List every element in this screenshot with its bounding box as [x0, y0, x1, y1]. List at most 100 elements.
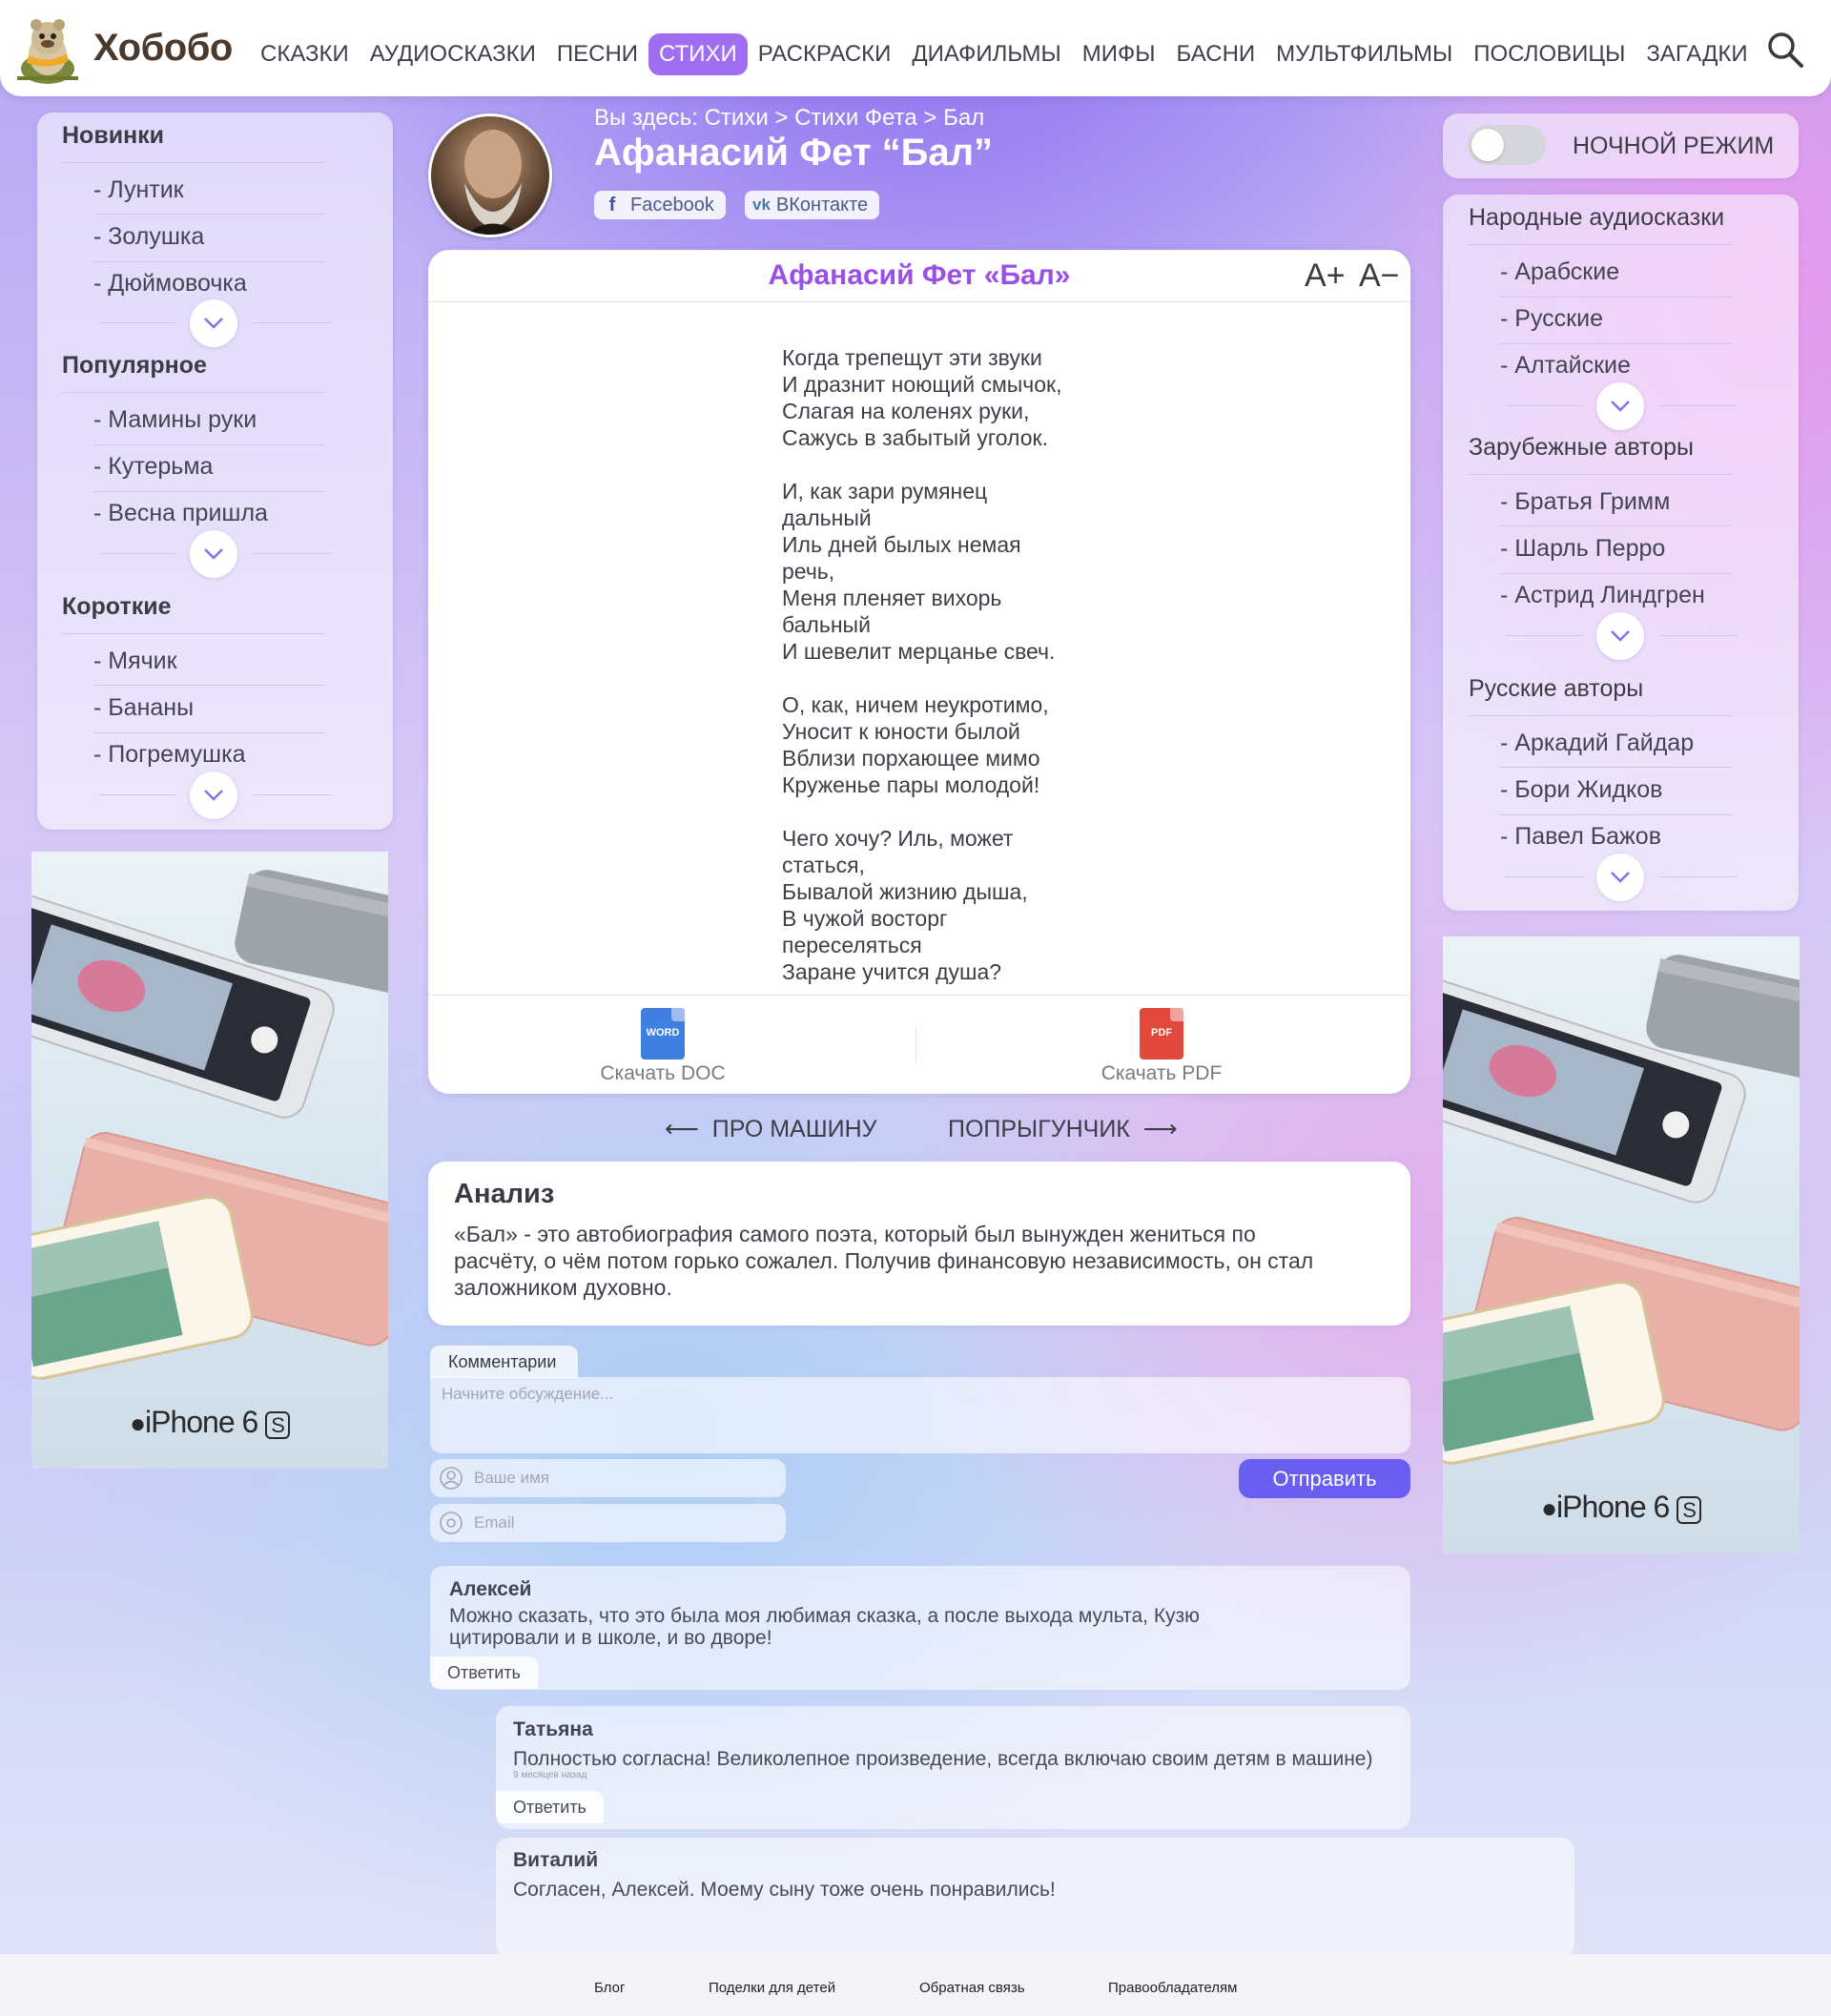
nav-item-stikhi[interactable]: СТИХИ	[648, 33, 748, 75]
nav-item-diafilmy[interactable]: ДИАФИЛЬМЫ	[901, 33, 1071, 75]
sidebar-item-dyuymovochka[interactable]: - Дюймовочка	[93, 270, 247, 298]
expand-populyarnoe-chevron-icon[interactable]	[190, 530, 237, 578]
sidebar-item-myachik[interactable]: - Мячик	[93, 648, 177, 675]
section-title-populyarnoe[interactable]: Популярное	[62, 352, 207, 380]
font-decrease-label: A−	[1359, 257, 1400, 294]
sidebar-item-banany[interactable]: - Бананы	[93, 694, 194, 722]
download-doc-button[interactable]: WORD Скачать DOC	[591, 1008, 734, 1084]
analysis-text: «Бал» - это автобиография самого поэта, …	[454, 1222, 1314, 1300]
sidebar-item-russkie[interactable]: - Русские	[1500, 305, 1603, 333]
sidebar-item-bori-zhidkov[interactable]: - Бори Жидков	[1500, 776, 1662, 804]
poem-line: И шевелит мерцанье свеч.	[782, 639, 1056, 664]
poem-line: Вблизи порхающее мимо	[782, 746, 1040, 771]
ad-badge: S	[265, 1411, 290, 1439]
downloads-divider	[428, 995, 1410, 996]
poem-line: В чужой восторг	[782, 906, 948, 931]
sidebar-item-bratya-grimm[interactable]: - Братья Гримм	[1500, 488, 1670, 516]
section-title-russkie-avtory[interactable]: Русские авторы	[1469, 675, 1643, 703]
sidebar-item-arabskie[interactable]: - Арабские	[1500, 258, 1619, 286]
sidebar-item-arkadiy-gaydar[interactable]: - Аркадий Гайдар	[1500, 730, 1694, 757]
phones-ad-image	[1443, 955, 1800, 1465]
nav-item-poslovitsy[interactable]: ПОСЛОВИЦЫ	[1463, 33, 1636, 75]
nav-item-skazki[interactable]: СКАЗКИ	[250, 33, 360, 75]
sidebar-item-kuterma[interactable]: - Кутерьма	[93, 453, 213, 481]
brand-name[interactable]: Хобобо	[93, 27, 233, 70]
share-vk-button[interactable]: vk ВКонтакте	[745, 191, 880, 219]
apple-logo-icon: ●	[130, 1409, 146, 1438]
ad-label: ●iPhone 6 S	[1443, 1490, 1800, 1525]
font-increase-button[interactable]: A+	[1305, 257, 1346, 295]
stanza: Когда трепещут эти звуки И дразнит ноющий…	[782, 344, 1062, 451]
bear-logo-icon[interactable]	[10, 11, 86, 88]
sidebar-item-maminy-ruki[interactable]: - Мамины руки	[93, 406, 257, 434]
ad-banner-right[interactable]: ●iPhone 6 S	[1443, 936, 1800, 1553]
night-mode-toggle[interactable]	[1468, 125, 1546, 165]
tab-comments[interactable]: Комментарии	[430, 1346, 578, 1378]
submit-button[interactable]: Отправить	[1239, 1459, 1410, 1498]
poem-line: дальный	[782, 505, 872, 530]
expand-korotkie-chevron-icon[interactable]	[190, 771, 237, 819]
download-pdf-button[interactable]: PDF Скачать PDF	[1090, 1008, 1233, 1084]
comment-author: Виталий	[513, 1849, 599, 1871]
poem-line: И дразнит ноющий смычок,	[782, 372, 1062, 397]
font-decrease-button[interactable]: A−	[1359, 257, 1400, 295]
sidebar-item-sharl-perro[interactable]: - Шарль Перро	[1500, 535, 1665, 563]
share-facebook-label: Facebook	[630, 194, 714, 216]
footer-link-podelki[interactable]: Поделки для детей	[709, 1980, 835, 1996]
sidebar-item-astrid-lindgren[interactable]: - Астрид Линдгрен	[1500, 582, 1705, 609]
stanza: Чего хочу? Иль, может статься, Бывалой жиз…	[782, 825, 1062, 985]
section-title-zarubezhnye[interactable]: Зарубежные авторы	[1469, 434, 1694, 462]
footer-link-blog[interactable]: Блог	[594, 1980, 625, 1996]
nav-item-multfilmy[interactable]: МУЛЬТФИЛЬМЫ	[1265, 33, 1463, 75]
sidebar-item-altayskie[interactable]: - Алтайские	[1500, 352, 1631, 380]
section-title-korotkie[interactable]: Короткие	[62, 593, 171, 621]
prev-poem-link[interactable]: ⟵ ПРО МАШИНУ	[665, 1115, 877, 1143]
sidebar-item-vesna-prishla[interactable]: - Весна пришла	[93, 500, 268, 527]
poem-line: Заране учится душа?	[782, 959, 1002, 984]
name-field[interactable]: Ваше имя	[430, 1459, 786, 1497]
next-poem-link[interactable]: ПОПРЫГУНЧИК ⟶	[948, 1115, 1178, 1143]
comment-textarea[interactable]: Начните обсуждение...	[430, 1377, 1410, 1453]
comment-timestamp: 9 месяцев назад	[513, 1770, 587, 1780]
poem-line: Круженье пары молодой!	[782, 772, 1040, 797]
sidebar-item-zolushka[interactable]: - Золушка	[93, 223, 204, 251]
nav-item-basni[interactable]: БАСНИ	[1166, 33, 1266, 75]
poem-title: Афанасий Фет «Бал»	[768, 259, 1071, 291]
expand-novinki-chevron-icon[interactable]	[190, 299, 237, 347]
section-title-narodnye[interactable]: Народные аудиосказки	[1469, 204, 1724, 232]
word-file-icon: WORD	[641, 1008, 685, 1059]
expand-narodnye-chevron-icon[interactable]	[1596, 382, 1644, 430]
footer-link-feedback[interactable]: Обратная связь	[919, 1980, 1025, 1996]
left-sidebar	[37, 113, 393, 830]
expand-russkie-avtory-chevron-icon[interactable]	[1596, 854, 1644, 901]
poem-line: Бывалой жизнию дыша,	[782, 879, 1028, 904]
expand-zarubezhnye-chevron-icon[interactable]	[1596, 612, 1644, 660]
share-facebook-button[interactable]: f Facebook	[594, 191, 726, 219]
ad-product-name: iPhone 6	[145, 1405, 258, 1439]
reply-button[interactable]: Ответить	[430, 1656, 538, 1689]
nav-item-pesni[interactable]: ПЕСНИ	[546, 33, 648, 75]
search-icon[interactable]	[1766, 31, 1804, 69]
nav-item-mify[interactable]: МИФЫ	[1072, 33, 1166, 75]
analysis-title: Анализ	[454, 1179, 555, 1209]
sidebar-item-luntik[interactable]: - Лунтик	[93, 176, 184, 204]
share-vk-label: ВКонтакте	[775, 194, 869, 216]
main-nav: СКАЗКИ АУДИОСКАЗКИ ПЕСНИ СТИХИ РАСКРАСКИ…	[250, 33, 1759, 75]
comment-author: Татьяна	[513, 1718, 593, 1740]
ad-banner-left[interactable]: ●iPhone 6 S	[31, 852, 388, 1469]
poem-line: Иль дней былых немая	[782, 532, 1021, 557]
sidebar-item-pavel-bazhov[interactable]: - Павел Бажов	[1500, 823, 1661, 851]
pdf-badge: PDF	[1151, 1027, 1172, 1039]
stanza: И, как зари румянец дальный Иль дней былых…	[782, 478, 1062, 665]
poem-card-divider	[428, 301, 1410, 302]
sidebar-item-pogremushka[interactable]: - Погремушка	[93, 741, 246, 769]
comment-placeholder: Начните обсуждение...	[442, 1385, 614, 1403]
footer-link-rightholders[interactable]: Правообладателям	[1108, 1980, 1237, 1996]
section-title-novinki[interactable]: Новинки	[62, 122, 164, 150]
reply-button[interactable]: Ответить	[496, 1791, 604, 1823]
email-field[interactable]: Email	[430, 1504, 786, 1542]
nav-item-raskraski[interactable]: РАСКРАСКИ	[748, 33, 902, 75]
nav-item-zagadki[interactable]: ЗАГАДКИ	[1636, 33, 1758, 75]
nav-item-audioskazki[interactable]: АУДИОСКАЗКИ	[360, 33, 546, 75]
breadcrumb[interactable]: Вы здесь: Стихи > Стихи Фета > Бал	[594, 105, 984, 132]
